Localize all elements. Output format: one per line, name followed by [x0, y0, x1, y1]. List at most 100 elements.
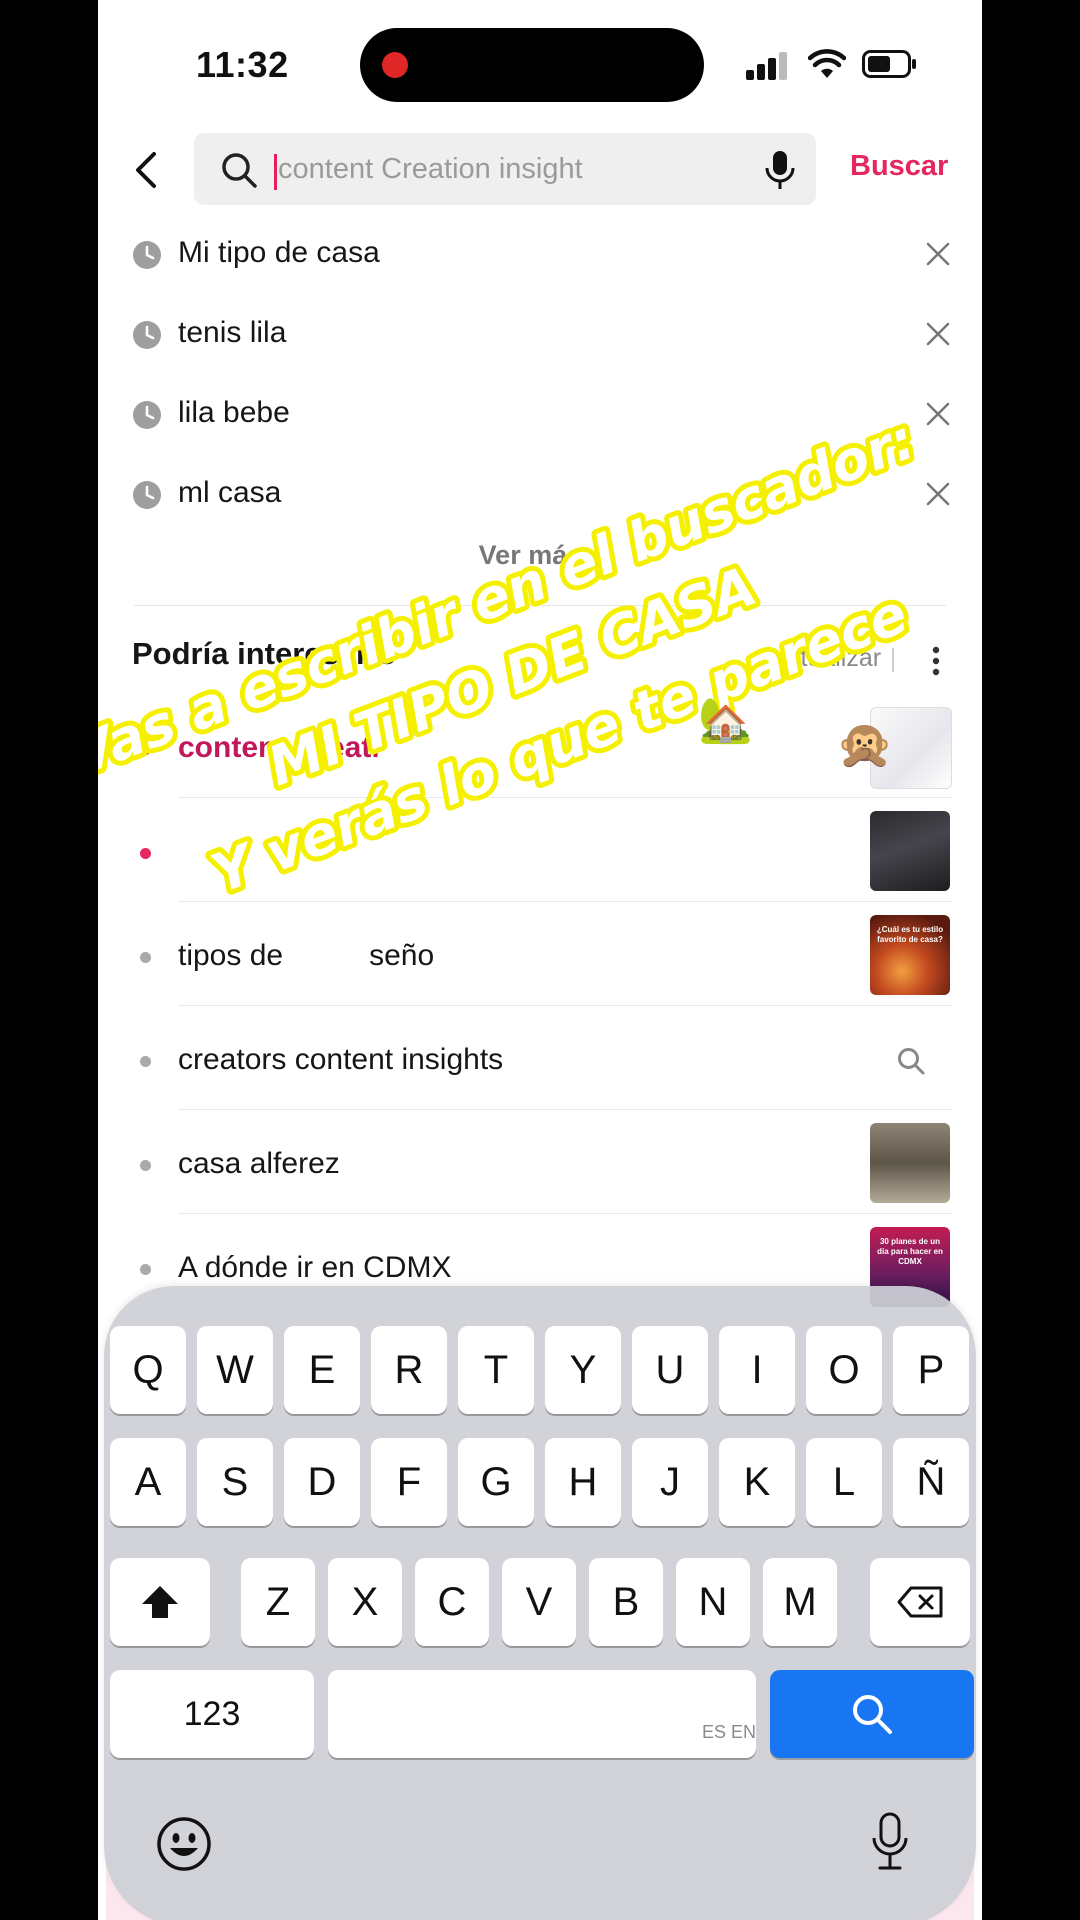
dictation-microphone-icon[interactable] [870, 1812, 910, 1872]
phone-screen: 11:32 content Creation insight Buscar Mi… [98, 0, 982, 1920]
key-h[interactable]: H [545, 1438, 621, 1526]
search-bar-row: Buscar [98, 130, 982, 210]
more-options-icon[interactable] [932, 646, 940, 676]
chevron-down-icon: ⌄ [586, 548, 602, 568]
keyboard-search-key[interactable] [770, 1670, 974, 1758]
suggestion-thumbnail [870, 1123, 950, 1203]
close-icon[interactable] [924, 320, 952, 348]
key-y[interactable]: Y [545, 1326, 621, 1414]
refresh-button[interactable]: ctualizar [788, 644, 881, 673]
dynamic-island [360, 28, 704, 102]
recent-search-item[interactable]: lila bebe [98, 378, 982, 450]
search-input[interactable] [278, 145, 738, 193]
suggestion-thumbnail [870, 707, 952, 789]
key-j[interactable]: J [632, 1438, 708, 1526]
key-ñ[interactable]: Ñ [893, 1438, 969, 1526]
key-a[interactable]: A [110, 1438, 186, 1526]
search-icon [853, 1695, 892, 1734]
suggestion-label: creators content insights [178, 1043, 504, 1076]
suggestion-label: tipos de seño [178, 939, 435, 972]
suggestion-item[interactable]: casa alferez [98, 1110, 982, 1214]
recent-search-label: Mi tipo de casa [178, 236, 380, 269]
search-icon [222, 153, 257, 188]
key-t[interactable]: T [458, 1326, 534, 1414]
suggestion-label: A dónde ir en CDMX [178, 1251, 452, 1284]
wifi-icon [808, 49, 846, 78]
suggestion-thumbnail: ¿Cuál es tu estilo favorito de casa? [870, 915, 950, 995]
suggestion-item[interactable]: tipos de seño ¿Cuál es tu estilo favorito … [98, 902, 982, 1006]
key-w[interactable]: W [197, 1326, 273, 1414]
shift-arrow-icon [142, 1586, 178, 1618]
key-v[interactable]: V [502, 1558, 576, 1646]
suggestion-bullet [140, 1264, 151, 1275]
key-c[interactable]: C [415, 1558, 489, 1646]
history-clock-icon [133, 321, 161, 349]
thumbnail-caption: ¿Cuál es tu estilo favorito de casa? [876, 925, 944, 944]
close-icon[interactable] [924, 240, 952, 268]
key-f[interactable]: F [371, 1438, 447, 1526]
key-e[interactable]: E [284, 1326, 360, 1414]
recent-search-item[interactable]: tenis lila [98, 298, 982, 370]
key-n[interactable]: N [676, 1558, 750, 1646]
recent-search-item[interactable]: Mi tipo de casa [98, 218, 982, 290]
space-key[interactable] [328, 1670, 756, 1758]
back-arrow-icon[interactable] [126, 148, 170, 192]
search-box[interactable] [194, 133, 816, 205]
recent-search-label: ml casa [178, 476, 282, 509]
status-time: 11:32 [196, 44, 289, 85]
backspace-key[interactable] [870, 1558, 970, 1646]
suggestion-thumbnail [870, 811, 950, 891]
key-u[interactable]: U [632, 1326, 708, 1414]
key-p[interactable]: P [893, 1326, 969, 1414]
recent-search-label: lila bebe [178, 396, 290, 429]
backspace-icon [897, 1586, 943, 1618]
key-s[interactable]: S [197, 1438, 273, 1526]
suggestion-item[interactable]: creators content insights [98, 1006, 982, 1110]
suggestion-bullet [140, 848, 151, 859]
suggestions-title: Podría interesarte [132, 636, 396, 671]
suggestion-label: casa alferez [178, 1147, 340, 1180]
suggestion-bullet [140, 1056, 151, 1067]
key-k[interactable]: K [719, 1438, 795, 1526]
section-divider [134, 605, 946, 606]
history-clock-icon [133, 241, 161, 269]
see-more-button[interactable]: Ver más ⌄ [98, 540, 982, 571]
suggestion-item[interactable] [98, 798, 982, 902]
thumbnail-caption: 30 planes de un día para hacer en CDMX [877, 1237, 943, 1266]
search-submit-button[interactable]: Buscar [850, 150, 948, 183]
key-q[interactable]: Q [110, 1326, 186, 1414]
battery-icon [862, 50, 916, 78]
text-cursor [274, 154, 277, 190]
shift-key[interactable] [110, 1558, 210, 1646]
numbers-key[interactable]: 123 [110, 1670, 314, 1758]
emoji-icon[interactable] [156, 1816, 212, 1872]
suggestion-bullet [140, 952, 151, 963]
key-d[interactable]: D [284, 1438, 360, 1526]
suggestion-label: content Creati [178, 731, 380, 764]
see-more-label: Ver más [478, 540, 583, 570]
recent-search-item[interactable]: ml casa [98, 458, 982, 530]
recent-search-label: tenis lila [178, 316, 287, 349]
key-z[interactable]: Z [241, 1558, 315, 1646]
vertical-divider [892, 648, 894, 672]
search-icon [898, 1048, 925, 1075]
key-r[interactable]: R [371, 1326, 447, 1414]
key-x[interactable]: X [328, 1558, 402, 1646]
suggestion-item[interactable]: content Creati [98, 694, 982, 798]
microphone-icon[interactable] [760, 149, 800, 191]
history-clock-icon [133, 401, 161, 429]
close-icon[interactable] [924, 400, 952, 428]
status-bar: 11:32 [98, 0, 982, 130]
key-g[interactable]: G [458, 1438, 534, 1526]
key-m[interactable]: M [763, 1558, 837, 1646]
recording-indicator-icon [382, 52, 408, 78]
key-b[interactable]: B [589, 1558, 663, 1646]
key-l[interactable]: L [806, 1438, 882, 1526]
close-icon[interactable] [924, 480, 952, 508]
on-screen-keyboard: QWERTYUIOP ASDFGHJKLÑ ZXCVBNM 123 ES EN [104, 1286, 976, 1920]
history-clock-icon [133, 481, 161, 509]
key-i[interactable]: I [719, 1326, 795, 1414]
suggestion-bullet [140, 1160, 151, 1171]
key-o[interactable]: O [806, 1326, 882, 1414]
cellular-signal-icon [746, 50, 790, 80]
